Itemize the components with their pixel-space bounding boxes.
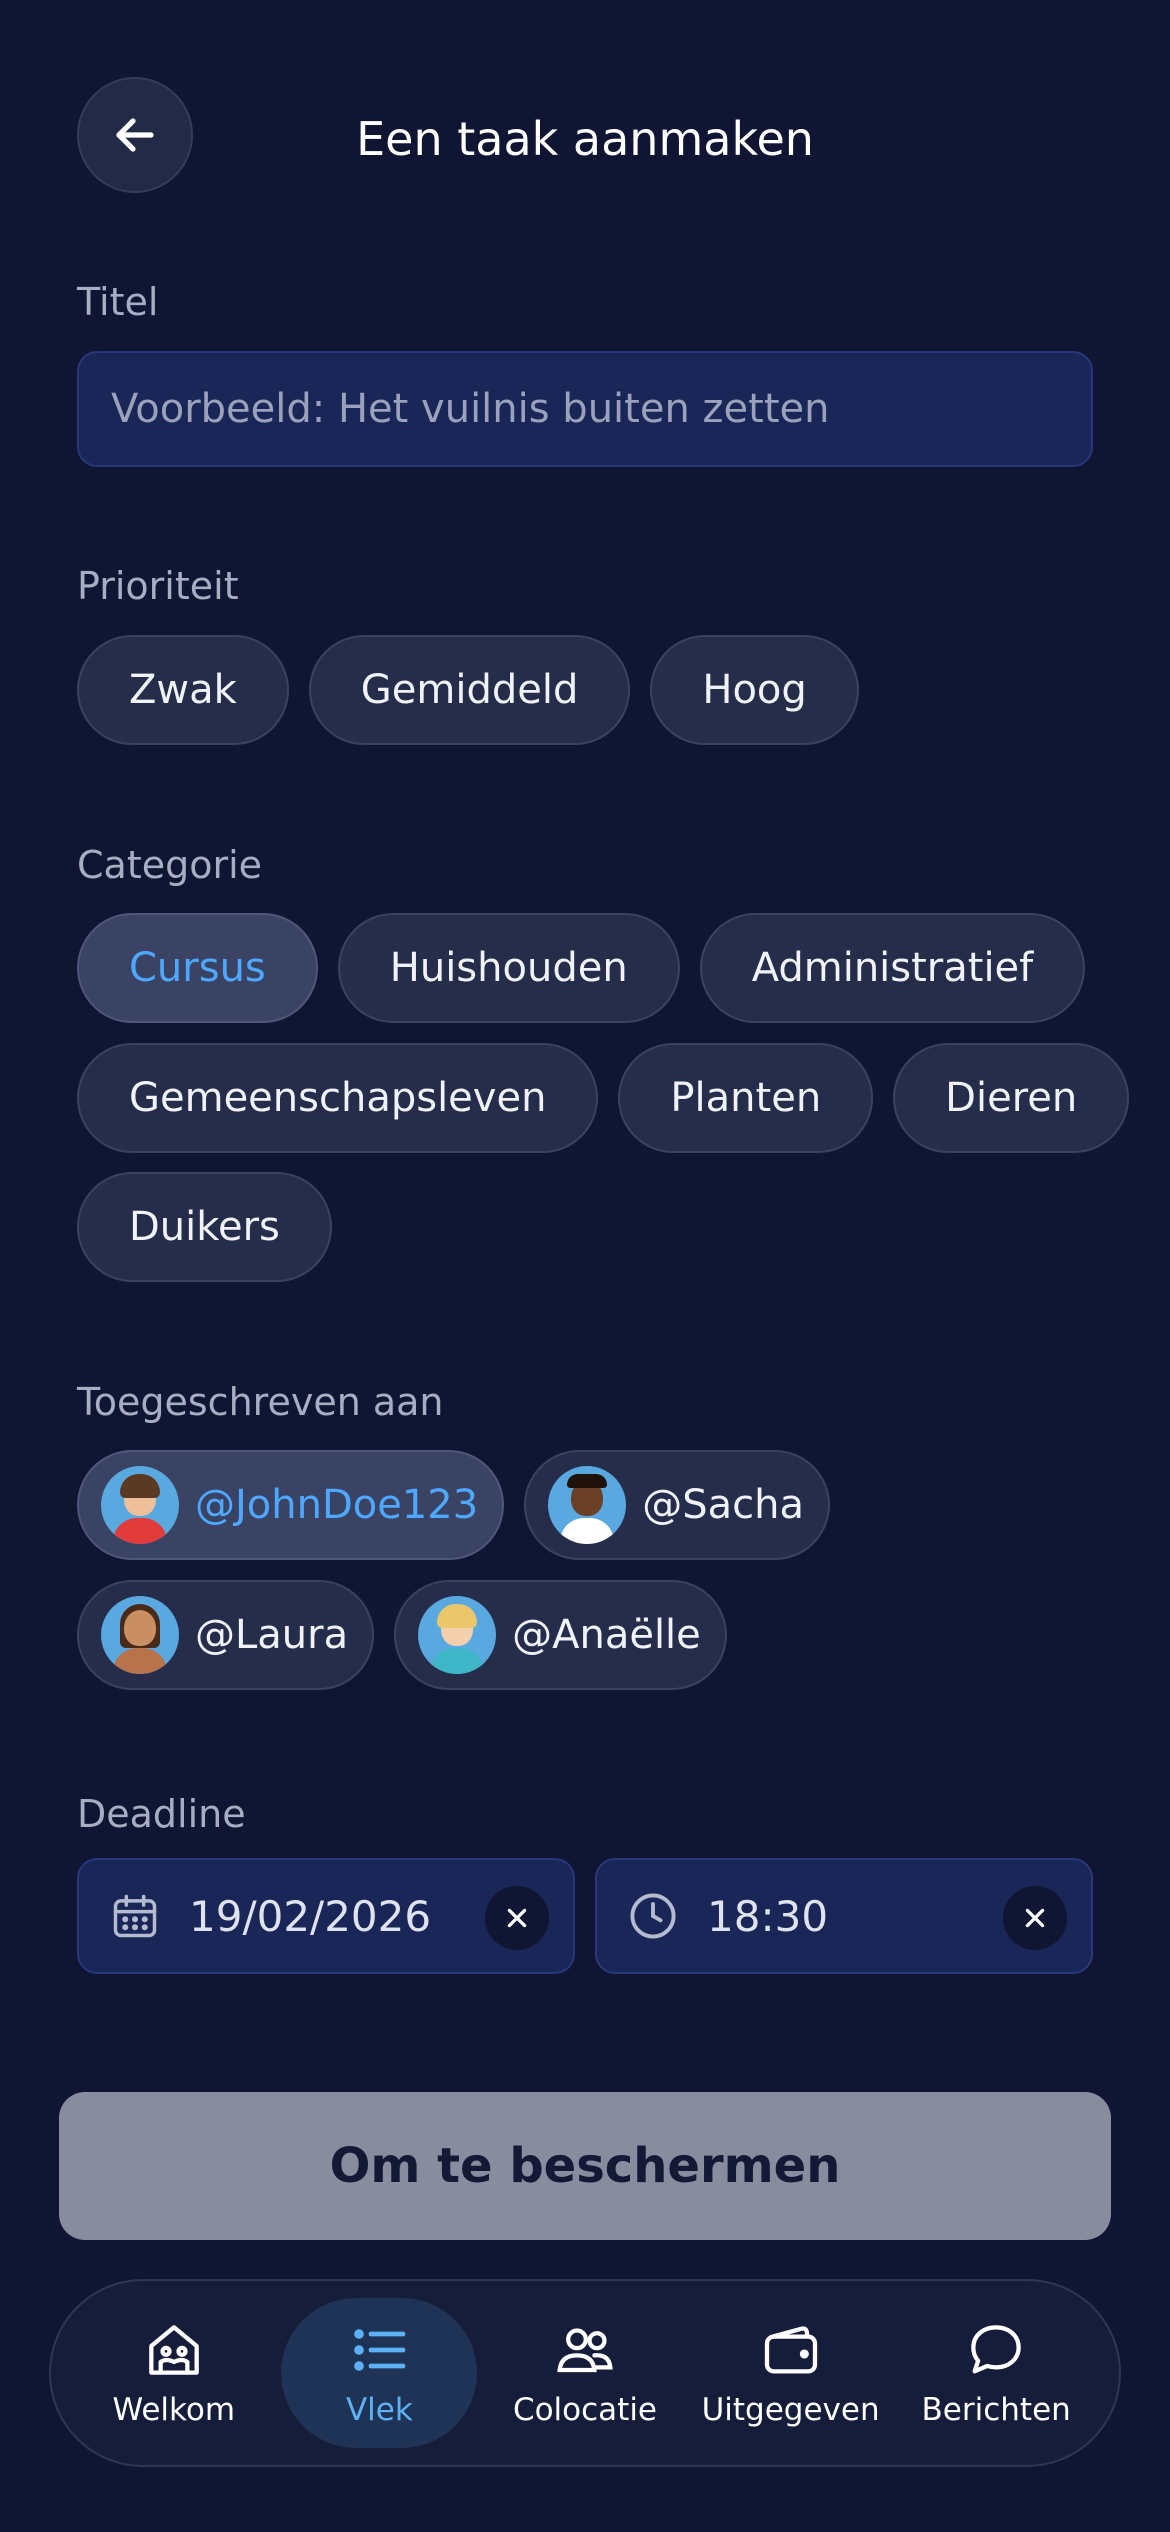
assigned-label: Toegeschreven aan <box>77 1380 444 1424</box>
category-chip-gemeenschapsleven[interactable]: Gemeenschapsleven <box>77 1043 599 1153</box>
user-chip-laura[interactable]: @Laura <box>77 1580 375 1690</box>
submit-button[interactable]: Om te beschermen <box>59 2092 1111 2240</box>
category-chip-duikers[interactable]: Duikers <box>77 1172 332 1282</box>
category-chip-administratief[interactable]: Administratief <box>699 913 1086 1023</box>
close-icon <box>1025 1908 1045 1928</box>
category-row-1: Cursus Huishouden Administratief <box>77 913 1086 1023</box>
priority-label: Prioriteit <box>77 564 239 608</box>
clear-date-button[interactable] <box>485 1886 549 1950</box>
nav-item-berichten[interactable]: Berichten <box>898 2298 1094 2448</box>
category-chip-cursus[interactable]: Cursus <box>77 913 318 1023</box>
home-icon <box>148 2325 199 2375</box>
avatar <box>418 1596 497 1674</box>
page-title: Een taak aanmaken <box>356 112 814 166</box>
avatar <box>101 1596 179 1674</box>
nav-label: Vlek <box>345 2392 413 2428</box>
assigned-row-1: @JohnDoe123 @Sacha <box>77 1450 830 1560</box>
category-chip-huishouden[interactable]: Huishouden <box>337 913 680 1023</box>
priority-chip-gemiddeld[interactable]: Gemiddeld <box>308 635 631 745</box>
category-label: Categorie <box>77 843 263 887</box>
title-input-placeholder: Voorbeeld: Het vuilnis buiten zetten <box>111 386 830 432</box>
priority-chip-zwak[interactable]: Zwak <box>77 635 289 745</box>
assigned-row-2: @Laura @Anaëlle <box>77 1580 727 1690</box>
user-chip-johndoe123[interactable]: @JohnDoe123 <box>77 1450 505 1560</box>
calendar-icon <box>113 1894 157 1938</box>
deadline-label: Deadline <box>77 1792 246 1836</box>
user-chip-label: @Anaëlle <box>512 1612 701 1658</box>
avatar <box>548 1466 627 1544</box>
list-icon <box>354 2329 406 2371</box>
avatar <box>101 1466 179 1544</box>
nav-label: Welkom <box>112 2392 236 2428</box>
clock-icon <box>630 1893 676 1939</box>
priority-options: Zwak Gemiddeld Hoog <box>77 635 859 745</box>
nav-item-uitgegeven[interactable]: Uitgegeven <box>693 2298 889 2448</box>
time-value: 18:30 <box>707 1891 829 1941</box>
user-chip-label: @Sacha <box>642 1482 804 1528</box>
user-chip-label: @Laura <box>195 1612 349 1658</box>
category-row-3: Duikers <box>77 1172 332 1282</box>
title-label: Titel <box>77 280 159 324</box>
user-chip-label: @JohnDoe123 <box>195 1482 479 1528</box>
nav-label: Colocatie <box>512 2392 658 2428</box>
clear-time-button[interactable] <box>1003 1886 1067 1950</box>
chat-icon <box>971 2325 1021 2374</box>
category-chip-dieren[interactable]: Dieren <box>893 1043 1130 1153</box>
priority-chip-hoog[interactable]: Hoog <box>650 635 859 745</box>
bottom-navigation: Welkom Vlek Colocatie Uitgegeven Bericht… <box>49 2279 1121 2467</box>
close-icon <box>507 1908 527 1928</box>
user-chip-anaelle[interactable]: @Anaëlle <box>394 1580 727 1690</box>
title-input[interactable]: Voorbeeld: Het vuilnis buiten zetten <box>77 351 1093 467</box>
category-row-2: Gemeenschapsleven Planten Dieren <box>77 1043 1130 1153</box>
nav-item-vlek[interactable]: Vlek <box>281 2298 478 2448</box>
category-chip-planten[interactable]: Planten <box>618 1043 874 1153</box>
wallet-icon <box>764 2326 817 2374</box>
date-field[interactable]: 19/02/2026 <box>77 1858 575 1974</box>
nav-label: Uitgegeven <box>701 2392 880 2428</box>
nav-item-colocatie[interactable]: Colocatie <box>487 2298 683 2448</box>
nav-label: Berichten <box>921 2392 1071 2428</box>
nav-item-welkom[interactable]: Welkom <box>76 2298 272 2448</box>
user-chip-sacha[interactable]: @Sacha <box>524 1450 830 1560</box>
date-value: 19/02/2026 <box>189 1891 432 1941</box>
time-field[interactable]: 18:30 <box>595 1858 1093 1974</box>
users-icon <box>557 2328 613 2373</box>
